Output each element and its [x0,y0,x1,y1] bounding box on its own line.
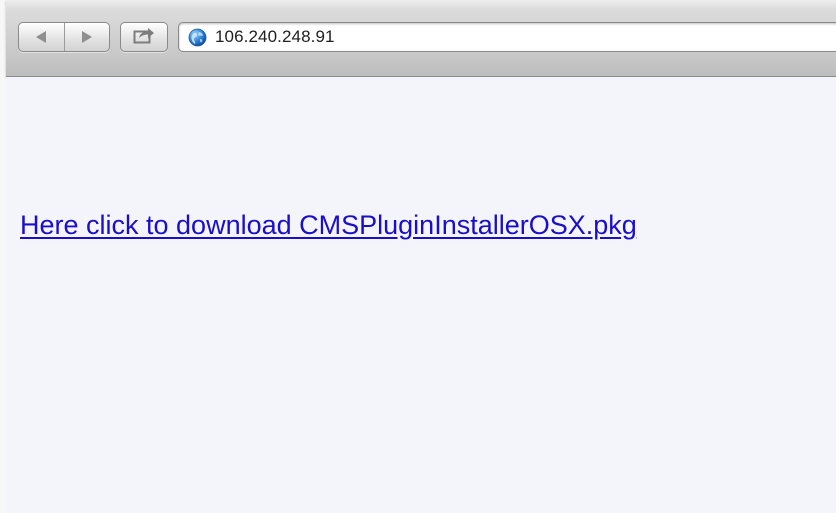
forward-button[interactable] [63,23,110,51]
page-content: Here click to download CMSPluginInstalle… [6,77,836,513]
download-link[interactable]: Here click to download CMSPluginInstalle… [20,210,637,241]
url-text[interactable]: 106.240.248.91 [215,27,335,47]
back-button[interactable] [19,23,64,51]
forward-arrow-icon [81,31,92,43]
browser-window: 106.240.248.91 Here click to download CM… [0,0,836,513]
address-bar[interactable]: 106.240.248.91 [178,22,836,52]
browser-toolbar: 106.240.248.91 [6,0,836,77]
back-forward-buttons [18,22,110,52]
globe-icon [188,28,207,47]
back-arrow-icon [36,31,47,43]
share-icon [133,26,155,49]
share-button[interactable] [120,22,168,52]
